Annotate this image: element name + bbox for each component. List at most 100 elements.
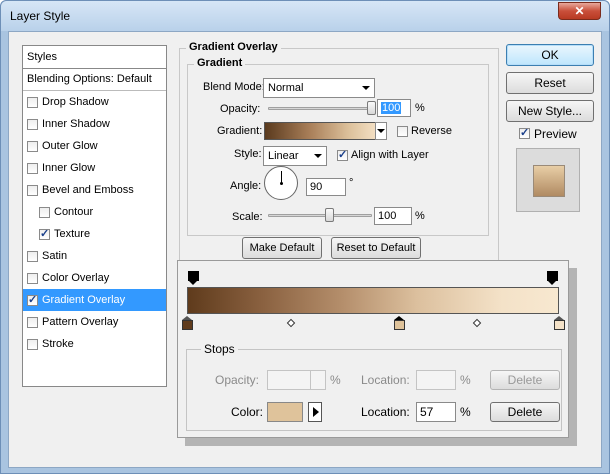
angle-unit: ° — [349, 177, 354, 189]
style-item-label: Inner Shadow — [42, 118, 110, 130]
style-checkbox[interactable] — [27, 338, 38, 350]
style-checkbox[interactable] — [27, 316, 38, 328]
blend-mode-select[interactable]: Normal — [263, 78, 375, 98]
color-stop[interactable] — [182, 316, 193, 330]
gradient-preview-swatch[interactable] — [264, 122, 377, 140]
stop-color-swatch[interactable] — [267, 402, 303, 422]
stop-opacity-dropdown[interactable] — [310, 370, 326, 390]
align-with-layer-checkbox[interactable] — [337, 148, 348, 161]
style-item-bevel-and-emboss[interactable]: Bevel and Emboss — [23, 179, 166, 201]
style-item-label: Stroke — [42, 338, 74, 350]
style-checkbox[interactable] — [39, 227, 50, 240]
style-item-stroke[interactable]: Stroke — [23, 333, 166, 355]
style-preview-box — [516, 148, 580, 212]
stop-location-label: Location: — [361, 405, 410, 419]
reverse-label: Reverse — [411, 125, 452, 137]
style-item-label: Inner Glow — [42, 162, 96, 174]
ok-button[interactable]: OK — [506, 44, 594, 66]
stops-title: Stops — [201, 342, 238, 356]
style-item-texture[interactable]: Texture — [23, 223, 166, 245]
reset-button[interactable]: Reset — [506, 72, 594, 94]
color-stop[interactable] — [554, 316, 565, 330]
scale-input[interactable]: 100 — [374, 207, 412, 225]
style-select[interactable]: Linear — [263, 146, 327, 166]
gradient-group-title: Gradient — [194, 57, 246, 69]
angle-dial[interactable] — [264, 166, 298, 200]
style-item-label: Gradient Overlay — [42, 294, 126, 306]
gradient-overlay-title: Gradient Overlay — [186, 41, 281, 53]
opacity-stop-left[interactable] — [188, 271, 199, 285]
stop-opacity-input[interactable] — [267, 370, 311, 390]
stop-location-input[interactable]: 57 — [416, 402, 456, 422]
new-style-button[interactable]: New Style... — [506, 100, 594, 122]
style-item-color-overlay[interactable]: Color Overlay — [23, 267, 166, 289]
chevron-down-icon — [362, 86, 370, 90]
opacity-input[interactable]: 100 — [377, 99, 411, 117]
styles-header[interactable]: Styles — [23, 46, 166, 69]
gradient-dropdown[interactable] — [375, 122, 387, 140]
style-item-label: Bevel and Emboss — [42, 184, 134, 196]
style-checkbox[interactable] — [27, 162, 38, 174]
stop-location-unit: % — [460, 405, 471, 419]
style-item-label: Pattern Overlay — [42, 316, 119, 328]
stop-opacity-label: Opacity: — [215, 373, 260, 387]
style-item-inner-shadow[interactable]: Inner Shadow — [23, 113, 166, 135]
stop-color-label: Color: — [231, 405, 264, 419]
style-checkbox[interactable] — [27, 272, 38, 284]
style-value: Linear — [268, 150, 299, 162]
style-checkbox[interactable] — [39, 206, 50, 218]
blending-options-item[interactable]: Blending Options: Default — [23, 69, 166, 91]
preview-checkbox[interactable] — [519, 126, 530, 139]
style-checkbox[interactable] — [27, 184, 38, 196]
style-item-label: Satin — [42, 250, 68, 262]
scale-slider[interactable] — [268, 214, 372, 217]
scale-slider-thumb[interactable] — [325, 208, 335, 222]
style-checkbox[interactable] — [27, 293, 38, 306]
layer-style-window: Layer Style ✕ Styles Blending Options: D… — [0, 0, 610, 474]
preview-label: Preview — [534, 127, 577, 141]
blend-mode-value: Normal — [268, 82, 304, 94]
make-default-button[interactable]: Make Default — [242, 237, 322, 259]
scale-label: Scale: — [232, 211, 263, 223]
gradient-editor-panel: Stops Opacity: % Location: % Delete Colo… — [177, 260, 569, 438]
style-checkbox[interactable] — [27, 118, 38, 130]
gradient-label: Gradient: — [217, 125, 263, 137]
style-checkbox[interactable] — [27, 140, 38, 152]
title-bar[interactable]: Layer Style ✕ — [1, 1, 609, 31]
opacity-slider-thumb[interactable] — [367, 101, 376, 115]
style-items: Drop Shadow Inner Shadow Outer Glow Inner G… — [23, 91, 166, 355]
color-stop[interactable] — [394, 316, 406, 330]
style-item-label: Outer Glow — [42, 140, 98, 152]
style-checkbox[interactable] — [27, 96, 38, 108]
midpoint-diamond[interactable] — [286, 318, 296, 328]
style-preview-swatch — [533, 165, 565, 197]
scale-unit: % — [415, 210, 425, 222]
stop-opacity-location-input[interactable] — [416, 370, 456, 390]
style-item-label: Color Overlay — [42, 272, 110, 284]
dialog-client: Styles Blending Options: Default Drop Sh… — [8, 31, 602, 468]
style-item-drop-shadow[interactable]: Drop Shadow — [23, 91, 166, 113]
style-item-satin[interactable]: Satin — [23, 245, 166, 267]
reverse-checkbox[interactable] — [397, 126, 408, 137]
delete-color-stop-button[interactable]: Delete — [490, 402, 560, 422]
window-title: Layer Style — [10, 9, 71, 23]
gradient-bar[interactable] — [187, 287, 559, 314]
stop-opacity-location-unit: % — [460, 373, 471, 387]
opacity-slider[interactable] — [268, 107, 372, 110]
close-icon: ✕ — [574, 4, 585, 18]
reset-to-default-button[interactable]: Reset to Default — [331, 237, 421, 259]
opacity-stop-right[interactable] — [547, 271, 558, 285]
angle-input[interactable]: 90 — [306, 178, 346, 196]
style-checkbox[interactable] — [27, 250, 38, 262]
style-item-gradient-overlay[interactable]: Gradient Overlay — [23, 289, 166, 311]
opacity-unit: % — [415, 102, 425, 114]
style-item-pattern-overlay[interactable]: Pattern Overlay — [23, 311, 166, 333]
angle-label: Angle: — [230, 180, 262, 192]
style-item-inner-glow[interactable]: Inner Glow — [23, 157, 166, 179]
style-item-contour[interactable]: Contour — [23, 201, 166, 223]
stop-color-menu-arrow[interactable] — [308, 402, 322, 422]
style-item-outer-glow[interactable]: Outer Glow — [23, 135, 166, 157]
delete-opacity-stop-button[interactable]: Delete — [490, 370, 560, 390]
close-button[interactable]: ✕ — [558, 2, 601, 20]
midpoint-diamond[interactable] — [472, 318, 482, 328]
